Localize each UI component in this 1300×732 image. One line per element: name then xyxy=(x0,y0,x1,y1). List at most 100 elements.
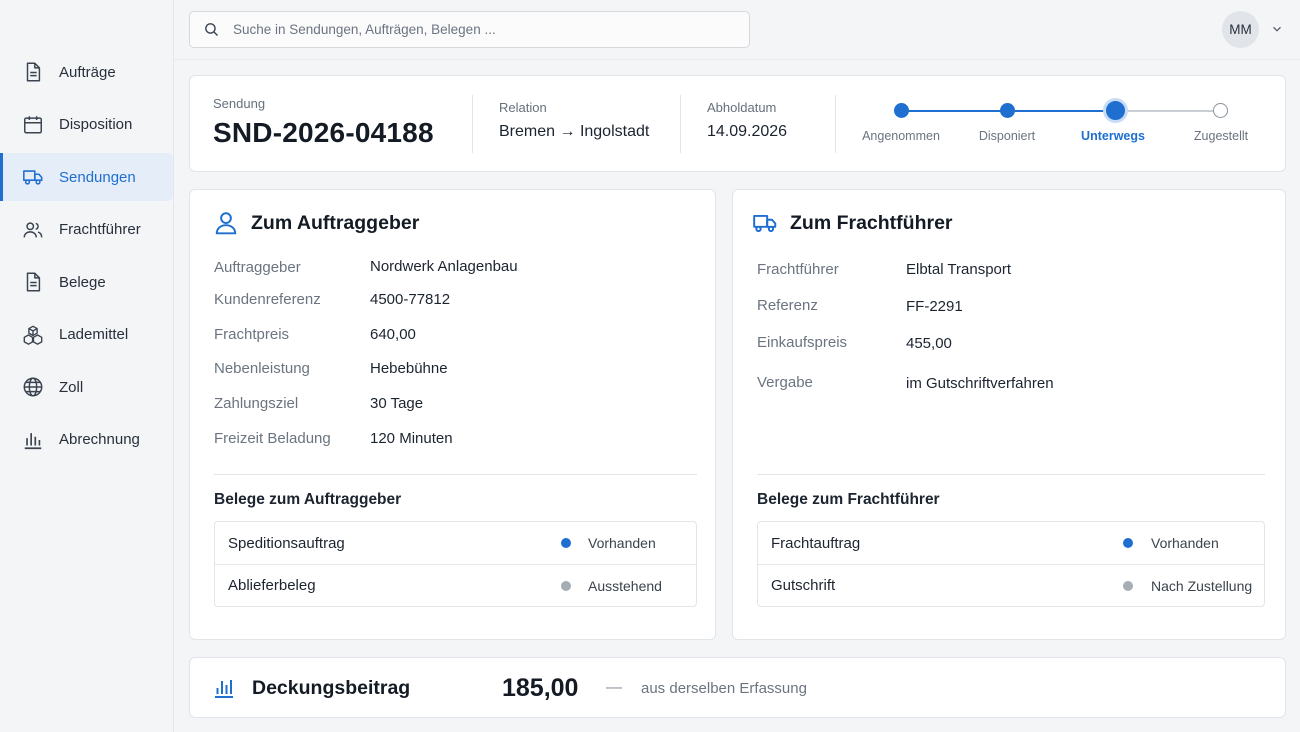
doc-name: Ablieferbeleg xyxy=(228,577,316,594)
pickup-date: 14.09.2026 xyxy=(707,123,788,140)
divider xyxy=(680,95,681,153)
top-bar: MM xyxy=(174,0,1300,60)
card-title-text: Zum Frachtführer xyxy=(790,211,953,234)
status-dot xyxy=(1123,581,1133,591)
progress-line-todo xyxy=(1113,110,1220,112)
status-dot xyxy=(561,581,571,591)
divider xyxy=(835,95,836,153)
step-label-current: Unterwegs xyxy=(1081,129,1145,143)
field-label: Zahlungsziel xyxy=(214,395,299,412)
client-card-title: Zum Auftraggeber xyxy=(213,210,419,236)
field-value: 640,00 xyxy=(370,326,416,343)
field-label: Auftraggeber xyxy=(214,259,301,276)
document-icon xyxy=(22,61,44,83)
status-stepper: Angenommen Disponiert Unterwegs Zugestel… xyxy=(850,96,1270,156)
sidebar-item-frachtfuehrer[interactable]: Frachtführer xyxy=(0,206,173,254)
field-value: 4500-77812 xyxy=(370,291,451,308)
doc-name: Speditionsauftrag xyxy=(228,534,345,552)
field-label: Kundenreferenz xyxy=(214,291,321,308)
field-value: 455,00 xyxy=(906,335,952,352)
sidebar: Aufträge Disposition Sendungen Frachtfüh… xyxy=(0,0,174,732)
field-value: FF-2291 xyxy=(906,298,963,315)
step-dot-zugestellt xyxy=(1213,103,1228,118)
margin-title: Deckungsbeitrag xyxy=(212,676,410,700)
field-value: Hebebühne xyxy=(370,360,448,377)
sidebar-item-label: Frachtführer xyxy=(59,221,141,238)
client-card: Zum Auftraggeber Auftraggeber Nordwerk A… xyxy=(189,189,716,640)
sidebar-item-abrechnung[interactable]: Abrechnung xyxy=(0,416,173,464)
truck-icon xyxy=(753,214,777,233)
field-label: Frachtführer xyxy=(757,261,839,278)
status-dot xyxy=(561,538,571,548)
status-badge: Ausstehend xyxy=(588,578,662,594)
carrier-card-title: Zum Frachtführer xyxy=(752,210,953,236)
relation-from: Bremen xyxy=(499,123,556,140)
field-label: Freizeit Beladung xyxy=(214,430,331,447)
bar-chart-icon xyxy=(22,429,44,451)
relation-to: Ingolstadt xyxy=(579,123,650,140)
sidebar-item-label: Aufträge xyxy=(59,63,116,81)
users-icon xyxy=(22,219,44,241)
calendar-icon xyxy=(22,114,44,136)
relation-block: Relation Bremen → Ingolstadt xyxy=(499,100,649,141)
sidebar-item-label: Zoll xyxy=(59,378,84,396)
truck-icon xyxy=(22,166,44,188)
margin-note: aus derselben Erfassung xyxy=(641,680,807,697)
sidebar-item-belege[interactable]: Belege xyxy=(0,258,173,306)
step-dot-disponiert xyxy=(1000,103,1015,118)
status-badge: Vorhanden xyxy=(1151,535,1219,551)
shipment-id-block: Sendung SND-2026-04188 xyxy=(213,96,434,149)
margin-dash: — xyxy=(606,679,622,696)
sidebar-item-label: Belege xyxy=(59,273,106,291)
relation-label: Relation xyxy=(499,100,547,115)
sidebar-item-label: Sendungen xyxy=(59,168,136,186)
divider xyxy=(757,474,1265,475)
bar-chart-icon xyxy=(215,680,233,698)
sidebar-item-label: Abrechnung xyxy=(59,431,140,448)
avatar[interactable]: MM xyxy=(1222,11,1259,48)
docs-list: Speditionsauftrag Vorhanden Ablieferbele… xyxy=(214,521,697,607)
field-label: Vergabe xyxy=(757,374,813,391)
pickup-label: Abholdatum xyxy=(707,100,777,115)
search-input[interactable] xyxy=(233,22,733,37)
sidebar-item-label: Disposition xyxy=(59,116,133,133)
field-value: 120 Minuten xyxy=(370,430,453,447)
list-item[interactable]: Frachtauftrag Vorhanden xyxy=(758,522,1264,564)
sidebar-item-disposition[interactable]: Disposition xyxy=(0,101,173,149)
field-label: Referenz xyxy=(757,297,818,314)
step-dot-unterwegs xyxy=(1103,98,1128,123)
sidebar-item-zoll[interactable]: Zoll xyxy=(0,363,173,411)
doc-name: Frachtauftrag xyxy=(771,534,861,552)
carrier-card: Zum Frachtführer Frachtführer Elbtal Tra… xyxy=(732,189,1286,640)
sidebar-item-sendungen[interactable]: Sendungen xyxy=(0,153,173,201)
step-label: Zugestellt xyxy=(1193,129,1249,143)
field-label: Einkaufspreis xyxy=(757,334,848,351)
margin-card: Deckungsbeitrag 185,00 — aus derselben E… xyxy=(189,657,1286,718)
shipment-id: SND-2026-04188 xyxy=(213,117,434,148)
status-badge: Vorhanden xyxy=(588,535,656,551)
relation-value: Bremen → Ingolstadt xyxy=(499,123,649,141)
step-label: Angenommen xyxy=(862,129,940,143)
boxes-icon xyxy=(22,324,44,346)
sidebar-item-auftraege[interactable]: Aufträge xyxy=(0,48,173,96)
chevron-down-icon[interactable] xyxy=(1270,22,1284,36)
step-label: Disponiert xyxy=(978,129,1036,143)
list-item[interactable]: Speditionsauftrag Vorhanden xyxy=(215,522,696,564)
docs-title: Belege zum Auftraggeber xyxy=(214,491,402,508)
field-label: Nebenleistung xyxy=(214,360,310,377)
document-icon xyxy=(22,271,44,293)
list-item[interactable]: Gutschrift Nach Zustellung xyxy=(758,564,1264,606)
search-icon xyxy=(205,23,219,37)
margin-value: 185,00 xyxy=(502,674,579,702)
step-dot-angenommen xyxy=(894,103,909,118)
list-item[interactable]: Ablieferbeleg Ausstehend xyxy=(215,564,696,606)
sidebar-item-lademittel[interactable]: Lademittel xyxy=(0,311,173,359)
card-title-text: Zum Auftraggeber xyxy=(251,211,420,234)
status-dot xyxy=(1123,538,1133,548)
search-box[interactable] xyxy=(189,11,750,48)
field-value: Elbtal Transport xyxy=(906,261,1012,278)
field-value: Nordwerk Anlagenbau xyxy=(370,258,518,275)
docs-list: Frachtauftrag Vorhanden Gutschrift Nach … xyxy=(757,521,1265,607)
pickup-block: Abholdatum 14.09.2026 xyxy=(707,100,787,141)
user-icon xyxy=(215,212,237,235)
